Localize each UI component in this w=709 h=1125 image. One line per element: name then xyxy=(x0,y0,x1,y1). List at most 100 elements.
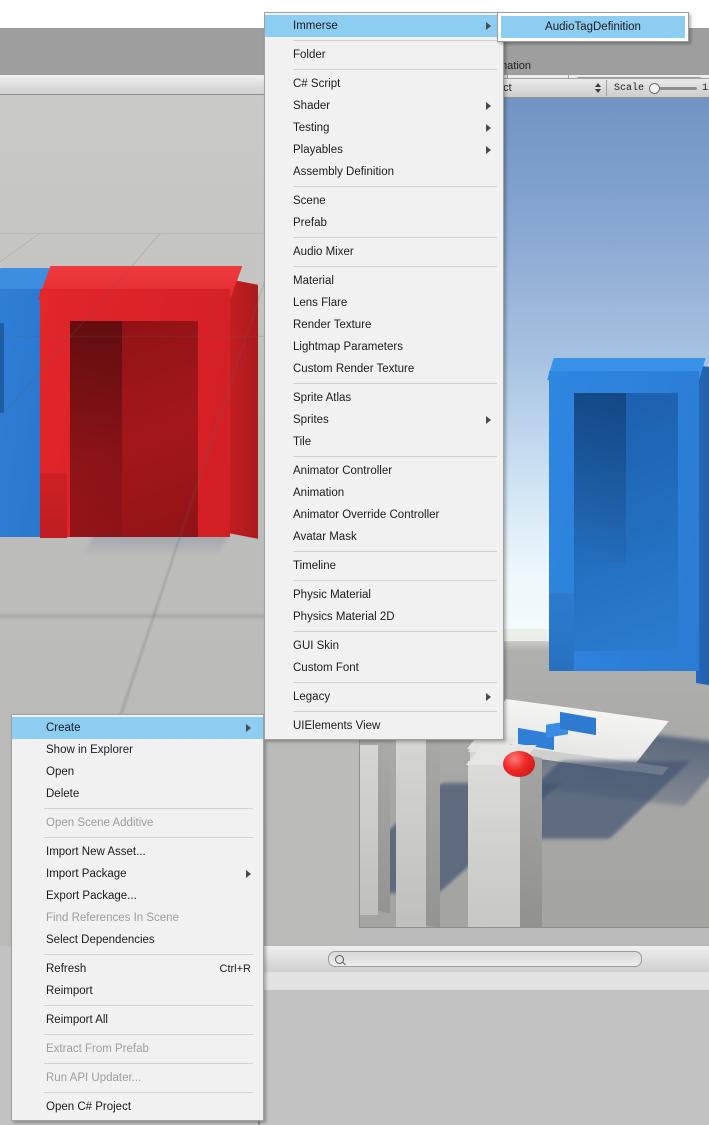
menu-item-extract-from-prefab: Extract From Prefab xyxy=(12,1038,263,1060)
menu-item-label: Material xyxy=(293,275,334,287)
menu-item-assembly-definition[interactable]: Assembly Definition xyxy=(265,161,503,183)
assets-context-menu[interactable]: Create Show in Explorer Open Delete Open Sce… xyxy=(11,714,264,1121)
menu-item-label: Reimport xyxy=(46,985,93,997)
menu-item-audio-mixer[interactable]: Audio Mixer xyxy=(265,241,503,263)
menu-separator xyxy=(44,1092,253,1093)
menu-item-label: Sprites xyxy=(293,414,329,426)
menu-item-run-api-updater: Run API Updater... xyxy=(12,1067,263,1089)
scale-value: 1x xyxy=(702,82,709,94)
menu-item-label: Immerse xyxy=(293,20,338,32)
menu-item-animator-override-controller[interactable]: Animator Override Controller xyxy=(265,504,503,526)
menu-item-reimport[interactable]: Reimport xyxy=(12,980,263,1002)
menu-item-open[interactable]: Open xyxy=(12,761,263,783)
menu-item-gui-skin[interactable]: GUI Skin xyxy=(265,635,503,657)
menu-item-avatar-mask[interactable]: Avatar Mask xyxy=(265,526,503,548)
menu-item-material[interactable]: Material xyxy=(265,270,503,292)
menu-item-timeline[interactable]: Timeline xyxy=(265,555,503,577)
menu-item-label: Physic Material xyxy=(293,589,371,601)
red-archway-inner-shadow xyxy=(70,321,122,537)
chevron-right-icon xyxy=(486,124,491,132)
pillar-2-front xyxy=(396,733,426,929)
menu-item-sprites[interactable]: Sprites xyxy=(265,409,503,431)
create-submenu[interactable]: Immerse Folder C# Script Shader Testing Playa… xyxy=(264,12,504,740)
menu-item-c-script[interactable]: C# Script xyxy=(265,73,503,95)
project-search-bar xyxy=(260,946,709,973)
menu-item-label: Animation xyxy=(293,487,345,499)
menu-item-label: Render Texture xyxy=(293,319,372,331)
menu-item-playables[interactable]: Playables xyxy=(265,139,503,161)
menu-separator xyxy=(44,1034,253,1035)
menu-item-select-dependencies[interactable]: Select Dependencies xyxy=(12,929,263,951)
menu-item-delete[interactable]: Delete xyxy=(12,783,263,805)
menu-item-import-new-asset[interactable]: Import New Asset... xyxy=(12,841,263,863)
scale-slider-knob[interactable] xyxy=(649,82,661,94)
menu-item-custom-render-texture[interactable]: Custom Render Texture xyxy=(265,358,503,380)
menu-item-render-texture[interactable]: Render Texture xyxy=(265,314,503,336)
menu-item-uielements-view[interactable]: UIElements View xyxy=(265,715,503,737)
scale-slider[interactable] xyxy=(649,82,698,94)
menu-item-reimport-all[interactable]: Reimport All xyxy=(12,1009,263,1031)
object-dropdown[interactable]: ect xyxy=(492,80,607,96)
menu-item-label: Open Scene Additive xyxy=(46,817,154,829)
menu-item-show-in-explorer[interactable]: Show in Explorer xyxy=(12,739,263,761)
immerse-submenu[interactable]: AudioTagDefinition xyxy=(497,12,689,42)
menu-item-label: Animator Controller xyxy=(293,465,393,477)
scale-control[interactable]: Scale 1x xyxy=(607,82,709,94)
menu-item-folder[interactable]: Folder xyxy=(265,44,503,66)
menu-item-shader[interactable]: Shader xyxy=(265,95,503,117)
menu-item-sprite-atlas[interactable]: Sprite Atlas xyxy=(265,387,503,409)
menu-item-physics-material-2d[interactable]: Physics Material 2D xyxy=(265,606,503,628)
menu-item-open-c-project[interactable]: Open C# Project xyxy=(12,1096,263,1118)
menu-item-testing[interactable]: Testing xyxy=(265,117,503,139)
menu-item-custom-font[interactable]: Custom Font xyxy=(265,657,503,679)
menu-item-export-package[interactable]: Export Package... xyxy=(12,885,263,907)
chevron-right-icon xyxy=(486,146,491,154)
menu-item-label: Avatar Mask xyxy=(293,531,357,543)
menu-separator xyxy=(293,266,497,267)
menu-item-label: Lens Flare xyxy=(293,297,348,309)
menu-separator xyxy=(293,69,497,70)
menu-item-physic-material[interactable]: Physic Material xyxy=(265,584,503,606)
menu-item-label: Assembly Definition xyxy=(293,166,394,178)
menu-item-label: Audio Mixer xyxy=(293,246,354,258)
menu-item-label: Delete xyxy=(46,788,80,800)
menu-separator xyxy=(44,1063,253,1064)
search-icon xyxy=(334,954,344,964)
menu-item-label: Sprite Atlas xyxy=(293,392,352,404)
menu-item-legacy[interactable]: Legacy xyxy=(265,686,503,708)
menu-item-find-references-in-scene: Find References In Scene xyxy=(12,907,263,929)
menu-item-audiotagdefinition[interactable]: AudioTagDefinition xyxy=(501,16,685,38)
menu-item-refresh[interactable]: Refresh Ctrl+R xyxy=(12,958,263,980)
menu-item-lightmap-parameters[interactable]: Lightmap Parameters xyxy=(265,336,503,358)
animation-panel-title: mation xyxy=(492,59,709,74)
menu-item-immerse[interactable]: Immerse xyxy=(265,15,503,37)
menu-item-label: Select Dependencies xyxy=(46,934,155,946)
menu-item-label: Extract From Prefab xyxy=(46,1043,149,1055)
menu-item-scene[interactable]: Scene xyxy=(265,190,503,212)
menu-item-prefab[interactable]: Prefab xyxy=(265,212,503,234)
menu-item-label: Reimport All xyxy=(46,1014,108,1026)
menu-item-label: Folder xyxy=(293,49,326,61)
menu-item-tile[interactable]: Tile xyxy=(265,431,503,453)
menu-item-label: Find References In Scene xyxy=(46,912,179,924)
project-asset-grid[interactable] xyxy=(260,990,709,1125)
menu-item-animation[interactable]: Animation xyxy=(265,482,503,504)
menu-separator xyxy=(293,580,497,581)
menu-item-label: Open xyxy=(46,766,75,778)
menu-item-label: Physics Material 2D xyxy=(293,611,395,623)
menu-item-label: Scene xyxy=(293,195,326,207)
menu-separator xyxy=(293,631,497,632)
menu-separator xyxy=(293,186,497,187)
menu-item-import-package[interactable]: Import Package xyxy=(12,863,263,885)
menu-item-label: Create xyxy=(46,722,81,734)
menu-item-label: Custom Font xyxy=(293,662,359,674)
menu-item-lens-flare[interactable]: Lens Flare xyxy=(265,292,503,314)
menu-item-animator-controller[interactable]: Animator Controller xyxy=(265,460,503,482)
menu-item-label: Export Package... xyxy=(46,890,137,902)
menu-item-create[interactable]: Create xyxy=(12,717,263,739)
menu-item-label: Animator Override Controller xyxy=(293,509,440,521)
project-search-input[interactable] xyxy=(327,951,642,967)
menu-separator xyxy=(293,456,497,457)
menu-item-label: Refresh xyxy=(46,963,87,975)
project-breadcrumb-bar xyxy=(260,972,709,991)
